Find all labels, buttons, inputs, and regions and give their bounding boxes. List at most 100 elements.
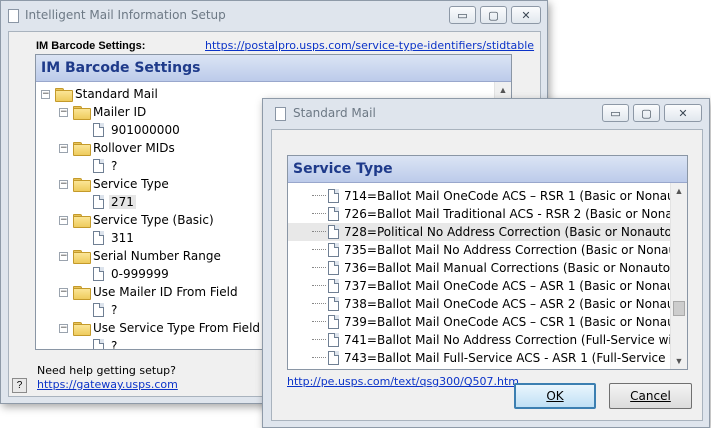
service-type-item[interactable]: 741=Ballot Mail No Address Correction (F…: [288, 331, 678, 349]
tree-connector: [312, 267, 326, 268]
tree-node-label: Service Type: [93, 177, 169, 191]
folder-icon: [73, 322, 91, 336]
close-button[interactable]: ✕: [511, 6, 541, 24]
ok-label: OK: [546, 389, 564, 403]
service-type-item[interactable]: 736=Ballot Mail Manual Corrections (Basi…: [288, 259, 678, 277]
service-type-label: 741=Ballot Mail No Address Correction (F…: [344, 333, 678, 347]
document-icon: [93, 303, 104, 317]
barcode-settings-label: IM Barcode Settings:: [36, 40, 146, 52]
list-scrollbar[interactable]: ▲ ▼: [670, 183, 687, 369]
document-icon: [93, 267, 104, 281]
dialog-maximize-button[interactable]: ▢: [633, 104, 660, 122]
collapse-icon[interactable]: −: [59, 252, 68, 261]
tree-node-value: 271: [109, 195, 136, 209]
tree-connector: [312, 249, 326, 250]
service-type-label: 744=Ballot Mail Full-Service ACS - ASR 2…: [344, 369, 666, 370]
collapse-icon[interactable]: −: [59, 108, 68, 117]
cancel-label: Cancel: [630, 389, 671, 403]
tree-node-label: Rollover MIDs: [93, 141, 175, 155]
cancel-button[interactable]: Cancel: [609, 383, 692, 409]
tree-node-value: ?: [111, 159, 118, 173]
document-icon: [328, 315, 339, 329]
qsg-reference-link[interactable]: http://pe.usps.com/text/qsg300/Q507.htm: [287, 375, 519, 388]
tree-connector: [312, 195, 326, 196]
document-icon: [93, 159, 104, 173]
folder-icon: [73, 106, 91, 120]
tree-connector: [312, 303, 326, 304]
tree-node-value: ?: [111, 303, 118, 317]
dialog-close-button[interactable]: ✕: [664, 104, 702, 122]
folder-icon: [55, 88, 73, 102]
list-scroll-down-icon[interactable]: ▼: [671, 353, 687, 369]
tree-node-label: Use Mailer ID From Field: [93, 285, 238, 299]
service-type-item[interactable]: 728=Political No Address Correction (Bas…: [288, 223, 678, 241]
service-type-label: 737=Ballot Mail OneCode ACS – ASR 1 (Bas…: [344, 279, 678, 293]
service-type-list[interactable]: Service Type 714=Ballot Mail OneCode ACS…: [287, 155, 688, 370]
document-icon: [93, 123, 104, 137]
help-button[interactable]: ?: [12, 378, 27, 393]
tree-node-label: Mailer ID: [93, 105, 147, 119]
collapse-icon[interactable]: −: [59, 180, 68, 189]
document-icon: [93, 339, 104, 349]
tree-connector: [312, 339, 326, 340]
document-icon: [328, 351, 339, 365]
service-type-label: 743=Ballot Mail Full-Service ACS - ASR 1…: [344, 351, 678, 365]
document-icon: [93, 195, 104, 209]
service-type-item[interactable]: 743=Ballot Mail Full-Service ACS - ASR 1…: [288, 349, 678, 367]
document-icon: [328, 261, 339, 275]
stid-table-link[interactable]: https://postalpro.usps.com/service-type-…: [205, 39, 534, 52]
main-titlebar[interactable]: Intelligent Mail Information Setup ▭ ▢ ✕: [1, 1, 547, 31]
folder-icon: [73, 142, 91, 156]
collapse-icon[interactable]: −: [59, 144, 68, 153]
dialog-client-area: Service Type 714=Ballot Mail OneCode ACS…: [271, 129, 703, 421]
service-type-label: 726=Ballot Mail Traditional ACS - RSR 2 …: [344, 207, 678, 221]
folder-icon: [73, 214, 91, 228]
document-icon: [328, 297, 339, 311]
service-type-label: 738=Ballot Mail OneCode ACS – ASR 2 (Bas…: [344, 297, 678, 311]
service-type-header: Service Type: [288, 156, 687, 183]
service-type-item[interactable]: 735=Ballot Mail No Address Correction (B…: [288, 241, 678, 259]
dialog-minimize-button[interactable]: ▭: [602, 104, 629, 122]
service-type-label: 739=Ballot Mail OneCode ACS – CSR 1 (Bas…: [344, 315, 678, 329]
tree-node-value: 0-999999: [111, 267, 169, 281]
service-type-item[interactable]: 738=Ballot Mail OneCode ACS – ASR 2 (Bas…: [288, 295, 678, 313]
service-type-item[interactable]: 744=Ballot Mail Full-Service ACS - ASR 2…: [288, 367, 678, 370]
tree-connector: [312, 231, 326, 232]
ok-button[interactable]: OK: [514, 383, 596, 409]
collapse-icon[interactable]: −: [41, 90, 50, 99]
collapse-icon[interactable]: −: [59, 216, 68, 225]
tree-connector: [312, 213, 326, 214]
folder-icon: [73, 286, 91, 300]
dialog-icon: [275, 107, 286, 121]
folder-icon: [73, 250, 91, 264]
service-type-label: 714=Ballot Mail OneCode ACS – RSR 1 (Bas…: [344, 189, 678, 203]
help-text: Need help getting setup?: [37, 364, 177, 377]
dialog-titlebar[interactable]: Standard Mail ▭ ▢ ✕: [263, 99, 709, 129]
tree-node-label: Use Service Type From Field: [93, 321, 261, 335]
list-scroll-thumb[interactable]: [673, 301, 685, 316]
service-type-item[interactable]: 737=Ballot Mail OneCode ACS – ASR 1 (Bas…: [288, 277, 678, 295]
standard-mail-dialog: Standard Mail ▭ ▢ ✕ Service Type 714=Bal…: [262, 98, 710, 428]
document-icon: [328, 333, 339, 347]
document-icon: [328, 279, 339, 293]
service-type-label: 728=Political No Address Correction (Bas…: [344, 225, 678, 239]
minimize-button[interactable]: ▭: [449, 6, 476, 24]
gateway-link[interactable]: https://gateway.usps.com: [37, 378, 178, 391]
collapse-icon[interactable]: −: [59, 324, 68, 333]
collapse-icon[interactable]: −: [59, 288, 68, 297]
document-icon: [328, 225, 339, 239]
main-window-title: Intelligent Mail Information Setup: [25, 8, 226, 22]
list-scroll-up-icon[interactable]: ▲: [671, 183, 687, 199]
tree-header: IM Barcode Settings: [36, 55, 511, 82]
service-type-item[interactable]: 739=Ballot Mail OneCode ACS – CSR 1 (Bas…: [288, 313, 678, 331]
tree-node-label: Standard Mail: [75, 87, 158, 101]
document-icon: [328, 369, 339, 370]
document-icon: [328, 243, 339, 257]
scroll-up-arrow-icon[interactable]: ▲: [495, 82, 511, 98]
tree-node-value: ?: [111, 339, 118, 350]
tree-node-value: 311: [111, 231, 134, 245]
maximize-button[interactable]: ▢: [480, 6, 507, 24]
service-type-item[interactable]: 726=Ballot Mail Traditional ACS - RSR 2 …: [288, 205, 678, 223]
service-type-item[interactable]: 714=Ballot Mail OneCode ACS – RSR 1 (Bas…: [288, 187, 678, 205]
folder-icon: [73, 178, 91, 192]
